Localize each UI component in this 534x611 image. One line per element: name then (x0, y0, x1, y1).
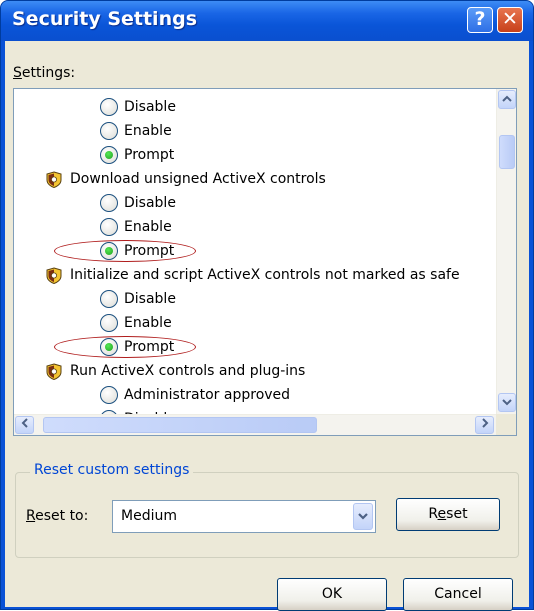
reset-button-rest: set (446, 506, 468, 522)
radio-option[interactable]: Enable (100, 215, 172, 239)
settings-category: Download unsigned ActiveX controls (46, 167, 326, 191)
reset-to-label-mnemonic: R (26, 508, 36, 524)
radio-option-label: Enable (124, 219, 172, 235)
radio-option[interactable]: Disable (100, 191, 176, 215)
horizontal-scrollbar[interactable] (14, 414, 496, 435)
settings-label-mnemonic: S (13, 65, 22, 81)
title-bar[interactable]: Security Settings ? ✕ (1, 1, 533, 41)
vertical-scroll-thumb[interactable] (499, 134, 515, 169)
chevron-left-icon (21, 418, 28, 428)
shield-icon (46, 170, 62, 188)
radio-option-label: Prompt (124, 243, 175, 259)
radio-option-label: Prompt (124, 339, 175, 355)
chevron-up-icon (502, 95, 512, 102)
settings-list[interactable]: Disable Enable Prompt Download unsigned Act… (13, 88, 517, 436)
reset-custom-settings-group: Reset custom settings Reset to: Medium R… (15, 462, 519, 558)
dialog-body: Settings: Disable Enable Prompt Download un… (5, 41, 529, 611)
radio-button-checked[interactable] (100, 146, 118, 164)
settings-category: Initialize and script ActiveX controls n… (46, 263, 460, 287)
scroll-down-button[interactable] (498, 393, 516, 412)
category-label: Download unsigned ActiveX controls (70, 171, 326, 187)
radio-button[interactable] (100, 314, 118, 332)
radio-option-label: Enable (124, 123, 172, 139)
scroll-left-button[interactable] (15, 416, 34, 434)
radio-button-checked[interactable] (100, 242, 118, 260)
reset-group-legend: Reset custom settings (30, 462, 194, 478)
radio-option[interactable]: Disable (100, 95, 176, 119)
scrollbar-corner (496, 414, 516, 435)
radio-option[interactable]: Enable (100, 119, 172, 143)
radio-option[interactable]: Prompt (100, 143, 174, 167)
reset-to-label-rest: eset to: (35, 508, 89, 524)
chevron-down-icon (502, 399, 512, 406)
settings-category: Run ActiveX controls and plug-ins (46, 359, 305, 383)
reset-button-prefix: R (428, 506, 438, 522)
dropdown-arrow-button[interactable] (353, 503, 373, 530)
radio-option[interactable]: Disable (100, 287, 176, 311)
radio-option[interactable]: Disable (100, 407, 176, 414)
reset-to-label: Reset to: (26, 508, 88, 524)
help-button[interactable]: ? (467, 7, 493, 33)
radio-option-label: Disable (124, 291, 176, 307)
scroll-up-button[interactable] (498, 90, 516, 109)
scroll-right-button[interactable] (475, 416, 494, 434)
ok-button[interactable]: OK (277, 578, 387, 611)
cancel-button[interactable]: Cancel (403, 578, 513, 611)
category-label: Initialize and script ActiveX controls n… (70, 267, 460, 283)
reset-level-value: Medium (121, 508, 177, 524)
radio-option[interactable]: Enable (100, 311, 172, 335)
chevron-right-icon (481, 418, 488, 428)
radio-option-label: Disable (124, 195, 176, 211)
radio-button[interactable] (100, 98, 118, 116)
shield-icon (46, 362, 62, 380)
radio-button[interactable] (100, 218, 118, 236)
radio-button[interactable] (100, 122, 118, 140)
radio-button[interactable] (100, 194, 118, 212)
radio-button[interactable] (100, 386, 118, 404)
dialog-title: Security Settings (12, 8, 198, 30)
radio-button[interactable] (100, 290, 118, 308)
radio-option-label: Administrator approved (124, 387, 291, 403)
reset-level-select[interactable]: Medium (112, 500, 376, 533)
horizontal-scroll-thumb[interactable] (43, 417, 318, 433)
reset-button-mnemonic: e (437, 506, 447, 522)
security-settings-dialog: Security Settings ? ✕ Settings: Disable E… (0, 0, 534, 611)
reset-button[interactable]: Reset (396, 498, 500, 531)
radio-option-label: Enable (124, 315, 172, 331)
category-label: Run ActiveX controls and plug-ins (70, 363, 306, 379)
settings-label-rest: ettings: (21, 65, 76, 81)
radio-option-label: Prompt (124, 147, 175, 163)
shield-icon (46, 266, 62, 284)
radio-button-checked[interactable] (100, 338, 118, 356)
settings-label: Settings: (13, 65, 75, 81)
settings-list-viewport: Disable Enable Prompt Download unsigned Act… (14, 89, 496, 414)
radio-option[interactable]: Administrator approved (100, 383, 290, 407)
radio-option[interactable]: Prompt (100, 239, 174, 263)
radio-option[interactable]: Prompt (100, 335, 174, 359)
close-button[interactable]: ✕ (497, 7, 523, 33)
chevron-down-icon (358, 513, 368, 520)
radio-option-label: Disable (124, 99, 176, 115)
vertical-scrollbar[interactable] (496, 89, 516, 414)
